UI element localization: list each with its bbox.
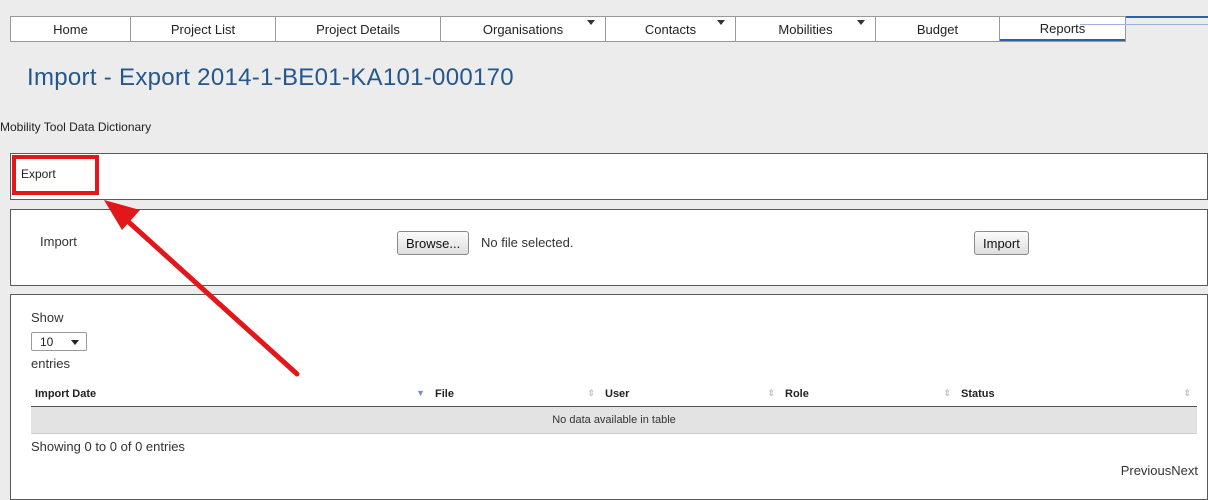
- sort-icon: ⇕: [767, 388, 775, 398]
- nav-contacts-label: Contacts: [644, 21, 697, 37]
- column-header-import-date[interactable]: Import Date ▼: [31, 382, 431, 407]
- main-nav: Home Project List Project Details Organi…: [10, 16, 1126, 42]
- nav-project-list-label: Project List: [170, 21, 236, 37]
- nav-contacts[interactable]: Contacts: [606, 17, 736, 41]
- column-header-label: User: [605, 387, 630, 400]
- table-header-row: Import Date ▼ File ⇕ User ⇕ Role ⇕ Status ⇕: [31, 382, 1197, 407]
- sort-desc-icon: ▼: [416, 388, 425, 398]
- sort-icon: ⇕: [1183, 388, 1191, 398]
- imports-table: Import Date ▼ File ⇕ User ⇕ Role ⇕ Status ⇕ N…: [31, 382, 1197, 434]
- page-title: Import - Export 2014-1-BE01-KA101-000170: [27, 64, 514, 91]
- nav-budget[interactable]: Budget: [876, 17, 1000, 41]
- nav-mobilities-label: Mobilities: [778, 21, 833, 37]
- next-button[interactable]: Next: [1171, 463, 1198, 478]
- column-header-status[interactable]: Status ⇕: [957, 382, 1197, 407]
- column-header-label: Import Date: [35, 387, 97, 400]
- chevron-down-icon: [71, 340, 79, 345]
- chevron-down-icon: [857, 20, 865, 25]
- table-row: No data available in table: [31, 406, 1197, 434]
- nav-home-label: Home: [53, 21, 88, 37]
- pagination: PreviousNext: [1121, 463, 1198, 478]
- nav-budget-label: Budget: [916, 21, 959, 37]
- nav-reports[interactable]: Reports: [1000, 17, 1125, 41]
- page-length-select[interactable]: 10: [31, 332, 87, 351]
- column-header-label: File: [435, 387, 454, 400]
- nav-project-details-label: Project Details: [316, 21, 400, 37]
- nav-project-list[interactable]: Project List: [131, 17, 276, 41]
- data-dictionary-link[interactable]: Mobility Tool Data Dictionary: [0, 120, 151, 134]
- export-highlight-box: [12, 155, 99, 195]
- nav-home[interactable]: Home: [11, 17, 131, 41]
- file-status: No file selected.: [481, 235, 574, 250]
- entries-label: entries: [31, 356, 71, 371]
- import-button[interactable]: Import: [974, 231, 1029, 255]
- empty-table-message: No data available in table: [31, 406, 1197, 434]
- column-header-label: Role: [785, 387, 809, 400]
- column-header-file[interactable]: File ⇕: [431, 382, 601, 407]
- import-label: Import: [40, 234, 77, 249]
- sort-icon: ⇕: [587, 388, 595, 398]
- nav-organisations-label: Organisations: [482, 21, 564, 37]
- nav-project-details[interactable]: Project Details: [276, 17, 441, 41]
- chevron-down-icon: [717, 20, 725, 25]
- page-length-value: 10: [40, 334, 54, 349]
- export-panel: [10, 153, 1208, 200]
- header-accent-line-light: [1080, 24, 1208, 25]
- show-label: Show: [31, 310, 64, 325]
- column-header-label: Status: [961, 387, 995, 400]
- previous-button[interactable]: Previous: [1121, 463, 1172, 478]
- column-header-role[interactable]: Role ⇕: [781, 382, 957, 407]
- table-info: Showing 0 to 0 of 0 entries: [31, 439, 185, 454]
- sort-icon: ⇕: [943, 388, 951, 398]
- nav-organisations[interactable]: Organisations: [441, 17, 606, 41]
- column-header-user[interactable]: User ⇕: [601, 382, 781, 407]
- header-accent-line: [1126, 16, 1208, 18]
- chevron-down-icon: [587, 20, 595, 25]
- browse-button[interactable]: Browse...: [397, 231, 470, 255]
- nav-reports-label: Reports: [1039, 20, 1086, 36]
- nav-mobilities[interactable]: Mobilities: [736, 17, 876, 41]
